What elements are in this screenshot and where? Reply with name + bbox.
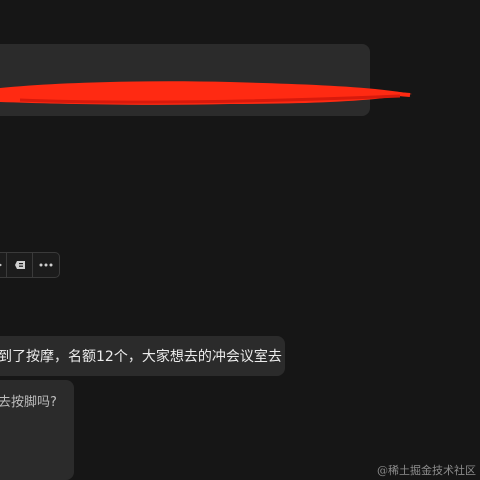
quote-icon	[14, 261, 25, 269]
more-button[interactable]	[33, 253, 59, 277]
watermark: @稀土掘金技术社区	[377, 464, 476, 477]
message-bubble-reply[interactable]: 去按脚吗?	[0, 380, 74, 480]
quote-button[interactable]	[7, 253, 32, 277]
message-text: 到了按摩，名额12个，大家想去的冲会议室去	[0, 349, 282, 365]
message-bubble-announcement[interactable]: 到了按摩，名额12个，大家想去的冲会议室去	[0, 336, 285, 376]
message-text: 去按脚吗?	[0, 395, 57, 410]
forward-icon	[0, 264, 2, 266]
redaction-scribble	[0, 81, 412, 105]
message-action-toolbar	[0, 252, 60, 278]
more-icon	[39, 263, 53, 267]
